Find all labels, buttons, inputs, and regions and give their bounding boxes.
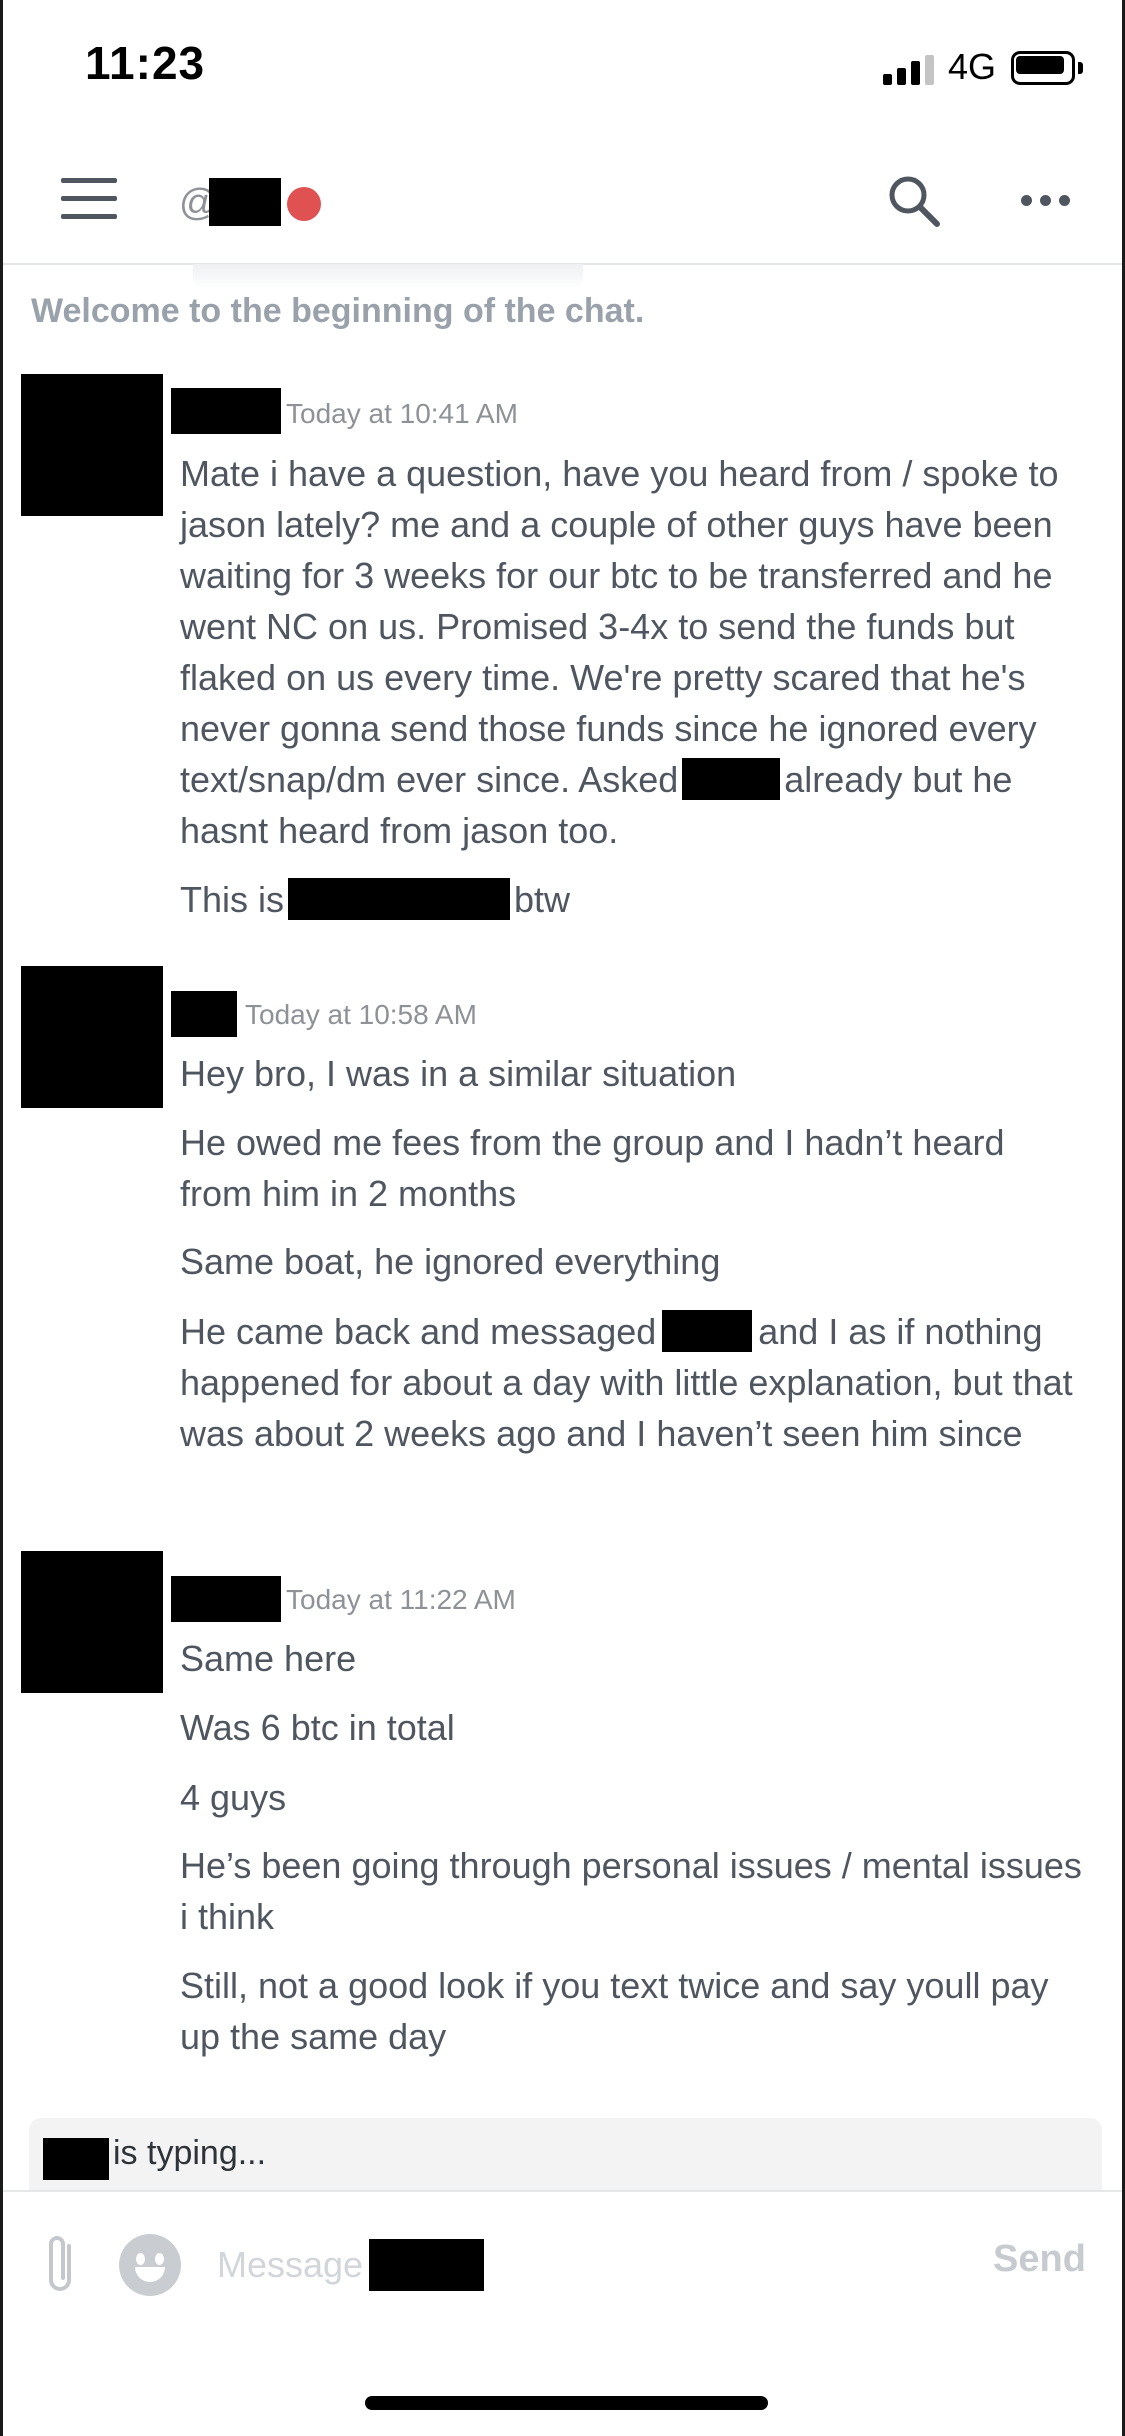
menu-icon[interactable]: [61, 178, 117, 220]
author-name-redacted[interactable]: [171, 991, 237, 1037]
more-options-icon[interactable]: [1021, 195, 1071, 207]
redacted-name: [288, 878, 511, 921]
message-text: Was 6 btc in total: [180, 1707, 455, 1748]
avatar[interactable]: [21, 1551, 163, 1693]
typing-indicator: is typing...: [29, 2118, 1102, 2190]
message-text: Still, not a good look if you text twice…: [180, 1965, 1049, 2057]
status-time: 11:23: [85, 37, 206, 89]
author-name-redacted[interactable]: [171, 388, 281, 434]
message-text: He owed me fees from the group and I had…: [180, 1122, 1005, 1214]
author-name-redacted[interactable]: [171, 1576, 281, 1622]
emoji-icon[interactable]: [119, 2234, 181, 2296]
recipient-name-redacted: [369, 2239, 484, 2291]
avatar[interactable]: [21, 966, 163, 1108]
search-icon[interactable]: [886, 173, 942, 229]
message-text: He came back and messaged and I as if not…: [180, 1310, 1073, 1454]
message-text: 4 guys: [180, 1777, 287, 1818]
redacted-name: [662, 1310, 753, 1353]
message-text: He’s been going through personal issues …: [180, 1845, 1082, 1937]
message-composer: Send: [3, 2190, 1122, 2340]
status-bar: 11:23 4G: [3, 0, 1122, 135]
attach-icon[interactable]: [39, 2232, 83, 2298]
message-timestamp: Today at 10:41 AM: [286, 398, 518, 429]
message-timestamp: Today at 11:22 AM: [286, 1584, 516, 1615]
battery-icon: [1011, 51, 1083, 85]
chat-screen: 11:23 4G @ Welcome to the beginning of t…: [0, 0, 1125, 2436]
presence-status-dot: [287, 187, 321, 221]
message-text: Same here: [180, 1638, 357, 1679]
channel-name-redacted[interactable]: [209, 178, 281, 226]
chat-header: @: [3, 135, 1122, 265]
message-timestamp: Today at 10:58 AM: [245, 999, 477, 1030]
message-text: Hey bro, I was in a similar situation: [180, 1053, 737, 1094]
send-button[interactable]: Send: [993, 2238, 1086, 2281]
redacted-name: [682, 758, 781, 801]
scroll-fade: [193, 264, 583, 290]
message-text: Same boat, he ignored everything: [180, 1241, 721, 1282]
message-text: Mate i have a question, have you heard f…: [180, 453, 1059, 851]
avatar[interactable]: [21, 374, 163, 516]
network-label: 4G: [948, 46, 997, 87]
message-text: This is btw: [180, 878, 571, 921]
signal-icon: [883, 55, 935, 85]
home-indicator[interactable]: [365, 2396, 768, 2410]
welcome-text: Welcome to the beginning of the chat.: [31, 292, 645, 330]
typing-text: is typing...: [113, 2134, 267, 2172]
typing-user-redacted: [43, 2138, 109, 2180]
